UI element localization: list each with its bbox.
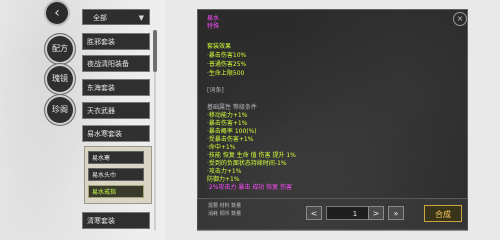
sub-item-label: 易水头巾 bbox=[92, 172, 117, 179]
details-title: 易水 bbox=[207, 15, 220, 22]
game-screen: ‹ 配方 瑰镜 珍阁 全部 ▼ 胜邪套装 夜战清阳装备 东海套装 天衣武器 易水… bbox=[0, 0, 500, 240]
list-item[interactable]: 夜战清阳装备 bbox=[82, 55, 150, 72]
sub-item[interactable]: 易水寒 bbox=[88, 151, 144, 164]
sub-item-active[interactable]: 易水戒指 bbox=[88, 185, 144, 198]
sub-item-label: 易水戒指 bbox=[92, 189, 117, 196]
max-quantity-button[interactable]: » bbox=[388, 206, 404, 220]
craft-hint: 需要 材料 数量 bbox=[208, 203, 242, 209]
stat-line: ·暴击概率 100(%) bbox=[207, 128, 257, 135]
stat-line: 防御力+1% bbox=[207, 176, 240, 183]
separator-label: [词条] bbox=[207, 87, 224, 94]
craft-button[interactable]: 合成 bbox=[424, 205, 462, 222]
list-item[interactable]: 天衣武器 bbox=[82, 102, 150, 119]
stat-line: ·暴击伤害+1% bbox=[207, 120, 248, 127]
stat-line: ·受到的负面状态持续时间-1% bbox=[207, 160, 287, 167]
list-item-selected[interactable]: 易水寒套装 bbox=[82, 125, 150, 142]
category-dropdown[interactable]: 全部 ▼ bbox=[82, 9, 150, 25]
set-bonus-line: ·普通伤害25% bbox=[207, 61, 247, 68]
sub-item-panel: 易水寒 易水头巾 易水戒指 bbox=[84, 146, 152, 204]
back-arrow-icon[interactable]: ‹ bbox=[46, 2, 68, 24]
stat-line: ·2%攻击力 暴击 成功 恢复 伤害 bbox=[207, 184, 293, 191]
sub-item-label: 易水寒 bbox=[92, 155, 111, 162]
set-bonus-line: ·暴击伤害10% bbox=[207, 52, 247, 59]
stats-title: 基础属性 等级条件 bbox=[207, 104, 257, 111]
tab-recipe-label: 配方 bbox=[52, 44, 68, 53]
stat-line: ·移动能力+1% bbox=[207, 112, 248, 119]
close-icon[interactable]: × bbox=[453, 12, 467, 26]
list-item-label: 夜战清阳装备 bbox=[87, 60, 129, 68]
tab-mirror[interactable]: 瑰镜 bbox=[45, 64, 75, 94]
decrease-button[interactable]: < bbox=[306, 206, 322, 220]
list-item[interactable]: 清寒套装 bbox=[82, 212, 150, 229]
tab-treasure-label: 珍阁 bbox=[52, 105, 68, 114]
list-scrollbar-thumb[interactable] bbox=[153, 30, 157, 72]
increase-button[interactable]: > bbox=[368, 206, 384, 220]
list-item-label: 天衣武器 bbox=[87, 107, 115, 115]
list-item-label: 东海套装 bbox=[87, 84, 115, 92]
stat-line: ·技能 恢复 生命 值 伤害 提升 1% bbox=[207, 152, 296, 159]
list-item[interactable]: 胜邪套装 bbox=[82, 33, 150, 50]
set-bonus-line: ·生命上限500 bbox=[207, 70, 245, 77]
tab-recipe[interactable]: 配方 bbox=[45, 34, 75, 64]
tab-treasure[interactable]: 珍阁 bbox=[45, 95, 75, 125]
list-item-label: 易水寒套装 bbox=[87, 130, 122, 138]
stat-line: ·受暴击伤害+1% bbox=[207, 136, 254, 143]
set-bonus-title: 套装效果 bbox=[207, 43, 232, 50]
stat-line: ·命中+1% bbox=[207, 144, 236, 151]
details-subtitle: 特殊 bbox=[207, 23, 220, 30]
list-item-label: 胜邪套装 bbox=[87, 38, 115, 46]
list-item[interactable]: 东海套装 bbox=[82, 79, 150, 96]
chevron-down-icon: ▼ bbox=[138, 14, 144, 22]
tab-mirror-label: 瑰镜 bbox=[52, 74, 68, 83]
craft-hint: 消耗 铜币 数量 bbox=[208, 211, 242, 217]
list-item-label: 清寒套装 bbox=[87, 217, 115, 225]
category-dropdown-value: 全部 bbox=[93, 14, 107, 22]
sub-item[interactable]: 易水头巾 bbox=[88, 168, 144, 181]
stat-line: ·攻击力+1% bbox=[207, 168, 242, 175]
